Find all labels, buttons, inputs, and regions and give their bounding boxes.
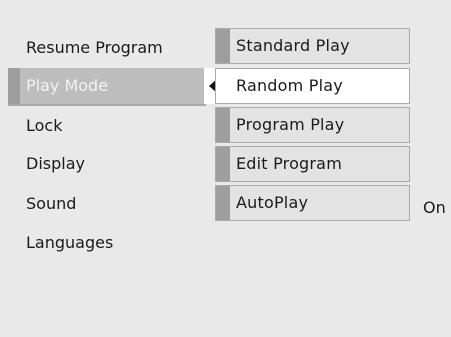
item-stripe: [216, 147, 230, 181]
selection-stripe: [8, 68, 20, 104]
submenu-item-label: AutoPlay: [236, 193, 309, 212]
submenu-item-random-play[interactable]: Random Play: [215, 68, 410, 104]
submenu-item-label: Edit Program: [236, 154, 342, 173]
main-menu: Resume Program Play Mode Lock Display So…: [0, 0, 210, 337]
menu-item-label: Display: [26, 154, 85, 173]
osd-menu-screen: Resume Program Play Mode Lock Display So…: [0, 0, 451, 337]
submenu-item-label: Standard Play: [236, 36, 350, 55]
autoplay-value: On: [423, 198, 446, 217]
menu-item-label: Play Mode: [26, 76, 109, 95]
submenu-item-program-play[interactable]: Program Play: [215, 107, 410, 143]
item-stripe: [216, 29, 230, 63]
menu-item-display[interactable]: Display: [26, 152, 85, 176]
submenu-item-label: Program Play: [236, 115, 345, 134]
menu-item-languages[interactable]: Languages: [26, 231, 113, 255]
menu-item-resume-program[interactable]: Resume Program: [26, 36, 163, 60]
item-stripe: [216, 69, 230, 103]
menu-item-label: Lock: [26, 116, 63, 135]
submenu-item-label: Random Play: [236, 76, 343, 95]
submenu-item-standard-play[interactable]: Standard Play: [215, 28, 410, 64]
menu-item-sound[interactable]: Sound: [26, 192, 76, 216]
menu-item-label: Sound: [26, 194, 77, 213]
menu-item-label: Languages: [26, 233, 114, 252]
item-stripe: [216, 108, 230, 142]
menu-item-play-mode[interactable]: Play Mode: [8, 68, 206, 106]
submenu-item-autoplay[interactable]: AutoPlay: [215, 185, 410, 221]
item-stripe: [216, 186, 230, 220]
menu-item-lock[interactable]: Lock: [26, 114, 62, 138]
menu-item-label: Resume Program: [26, 38, 163, 57]
submenu-item-edit-program[interactable]: Edit Program: [215, 146, 410, 182]
